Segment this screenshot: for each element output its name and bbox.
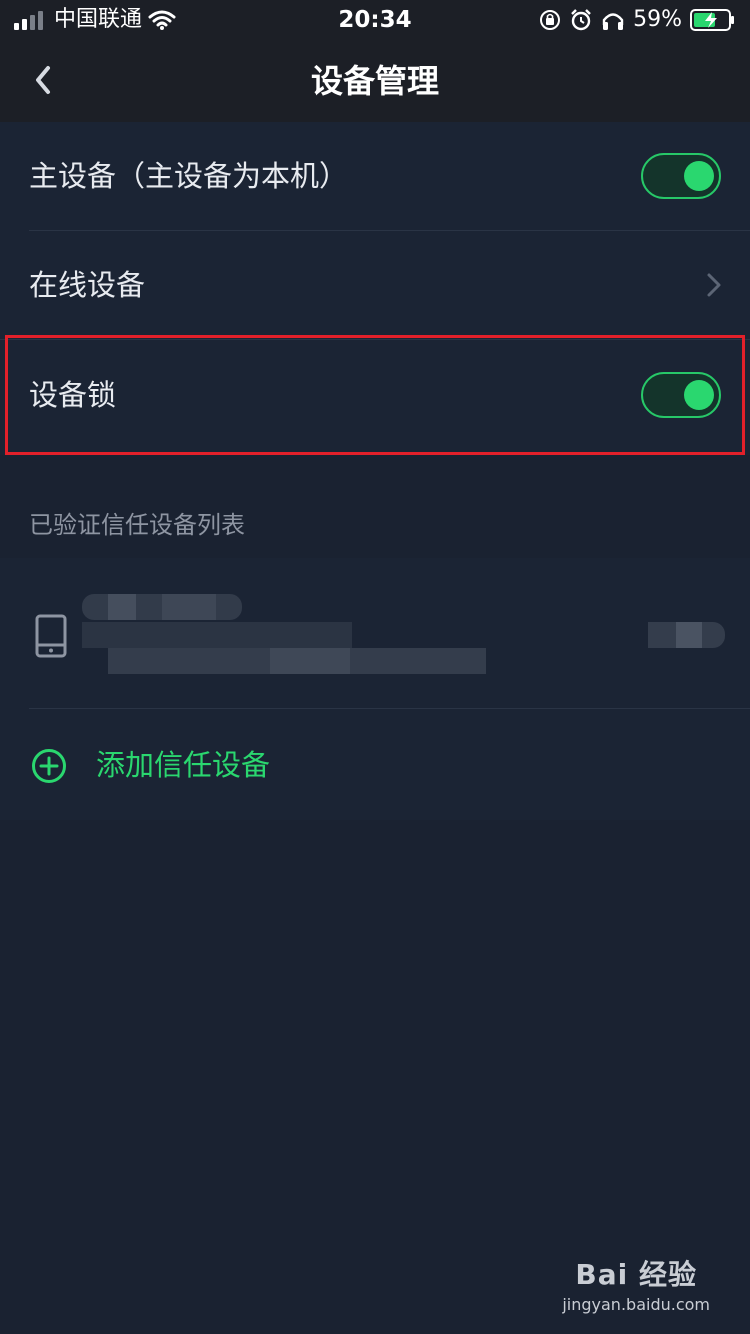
divider <box>29 708 750 709</box>
trusted-devices-card: 添加信任设备 <box>0 558 750 820</box>
phone-icon <box>35 614 67 658</box>
add-trusted-device-label: 添加信任设备 <box>96 748 271 782</box>
status-bar-right: 59% <box>539 6 736 34</box>
page-title: 设备管理 <box>310 62 439 100</box>
watermark-logo: Bai 经验 <box>575 1258 697 1291</box>
orientation-lock-icon <box>540 10 561 30</box>
screen: 中国联通 20:34 59% 设备管理 主设备（主设备为本机） 在线设备 设备锁… <box>0 0 750 1334</box>
trusted-devices-header: 已验证信任设备列表 <box>29 511 245 539</box>
headphones-icon <box>602 13 624 30</box>
blurred-device-detail <box>270 648 350 674</box>
highlight-box <box>5 335 745 455</box>
battery-charging-icon <box>690 9 734 31</box>
online-devices-row[interactable]: 在线设备 <box>0 231 750 339</box>
baidu-jingyan-watermark: Bai 经验 jingyan.baidu.com <box>562 1253 710 1314</box>
plus-circle-icon <box>32 749 66 783</box>
battery-percent: 59% <box>633 7 682 32</box>
alarm-icon <box>571 9 591 31</box>
primary-device-label: 主设备（主设备为本机） <box>29 159 349 193</box>
trusted-device-item[interactable] <box>0 558 750 708</box>
primary-device-toggle[interactable] <box>641 153 721 199</box>
add-trusted-device-button[interactable]: 添加信任设备 <box>0 710 750 820</box>
primary-device-row[interactable]: 主设备（主设备为本机） <box>0 122 750 230</box>
online-devices-label: 在线设备 <box>29 268 146 302</box>
nav-bar: 设备管理 <box>0 40 750 122</box>
blurred-device-detail <box>82 622 352 648</box>
toggle-knob <box>684 161 714 191</box>
chevron-right-icon <box>707 273 721 297</box>
watermark-url: jingyan.baidu.com <box>562 1295 710 1314</box>
status-bar: 中国联通 20:34 59% <box>0 0 750 40</box>
blurred-device-name <box>162 594 216 620</box>
blurred-device-name <box>108 594 136 620</box>
blurred-device-status <box>676 622 702 648</box>
